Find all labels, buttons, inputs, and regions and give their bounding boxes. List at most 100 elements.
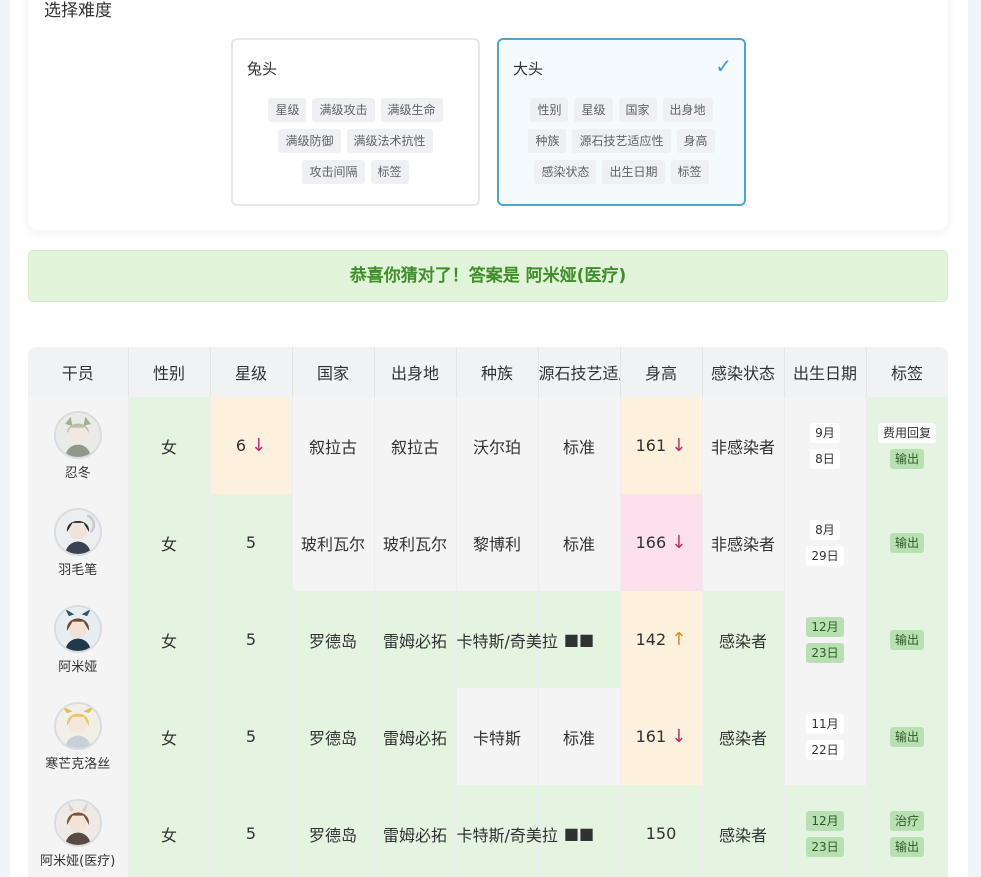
height-value: 161 [635,727,667,746]
header-gender: 性别 [128,347,211,397]
table-header-row: 干员 性别 星级 国家 出身地 种族 源石技艺适应性 身高 感染状态 出生日期 … [28,347,948,397]
birthday-day: 23日 [806,836,844,857]
operator-name: 寒芒克洛丝 [45,756,111,772]
mode-option-rabbit[interactable]: 兔头 星级 满级攻击 满级生命 满级防御 满级法术抗性 攻击间隔 标签 [231,38,480,206]
table-row: 阿米娅 女 5 罗德岛 雷姆必拓 卡特斯/奇美拉 ■■ 142 ↑ 感染者 12… [28,591,948,688]
arrow-down-icon: ↓ [671,435,687,456]
mode-tag: 标签 [370,160,409,184]
tags-cell: 输出 [866,591,948,688]
header-height: 身高 [620,347,703,397]
height-cell: 150 [620,785,703,877]
table-row: 忍冬 女 6 ↓ 叙拉古 叙拉古 沃尔珀 标准 161 ↓ 非感染者 9月 8日 [28,397,948,494]
operator-name: 羽毛笔 [58,562,98,578]
birthday-month: 8月 [810,519,840,540]
mode-tag: 标签 [670,160,709,184]
arts-cell: 标准 [538,494,621,591]
birthplace-cell: 雷姆必拓 [374,688,457,785]
operator-avatar [53,410,102,459]
header-birthplace: 出身地 [374,347,457,397]
mode-tag: 感染状态 [534,160,597,184]
header-arts: 源石技艺适应性 [538,347,621,397]
table-row: 羽毛笔 女 5 玻利瓦尔 玻利瓦尔 黎博利 标准 166 ↓ 非感染者 8月 2… [28,494,948,591]
arrow-down-icon: ↓ [671,532,687,553]
infection-cell: 感染者 [702,785,785,877]
header-rarity: 星级 [210,347,293,397]
race-cell: 卡特斯/奇美拉 [456,785,558,877]
rarity-cell: 5 [210,785,293,877]
rarity-cell: 5 [210,591,293,688]
birthday-cell: 12月 23日 [784,591,867,688]
birthday-month: 12月 [806,616,844,637]
birthplace-cell: 叙拉古 [374,397,457,494]
table-row: 寒芒克洛丝 女 5 罗德岛 雷姆必拓 卡特斯 标准 161 ↓ 感染者 11月 … [28,688,948,785]
height-cell: 166 ↓ [620,494,703,591]
operator-cell: 羽毛笔 [28,494,129,591]
operator-cell: 阿米娅 [28,591,129,688]
mode-tag: 满级防御 [278,129,341,153]
mode-tag: 源石技艺适应性 [572,129,671,153]
mode-tag: 满级攻击 [312,98,375,122]
gender-cell: 女 [128,494,211,591]
tags-cell: 费用回复 输出 [866,397,948,494]
tags-cell: 输出 [866,688,948,785]
infection-cell: 非感染者 [702,494,785,591]
height-value: 166 [635,533,667,552]
birthday-cell: 12月 23日 [784,785,867,877]
nation-cell: 罗德岛 [292,785,375,877]
height-cell: 161 ↓ [620,688,703,785]
gender-cell: 女 [128,591,211,688]
mode-tags: 星级 满级攻击 满级生命 满级防御 满级法术抗性 攻击间隔 标签 [259,98,452,184]
game-page: 选择难度 兔头 星级 满级攻击 满级生命 满级防御 满级法术抗性 攻击间隔 标签… [10,0,968,877]
operator-name: 忍冬 [64,465,91,481]
operator-tag: 输出 [889,532,924,553]
check-icon: ✓ [715,54,732,78]
mode-tag: 性别 [530,98,569,122]
mode-tag: 出身地 [662,98,713,122]
birthday-day: 23日 [806,642,844,663]
operator-tag: 费用回复 [877,422,936,443]
operator-tag: 输出 [889,726,924,747]
mode-tag: 出生日期 [602,160,665,184]
height-value: 161 [635,436,667,455]
mode-tag: 攻击间隔 [302,160,365,184]
rarity-cell: 5 [210,688,293,785]
guess-table: 干员 性别 星级 国家 出身地 种族 源石技艺适应性 身高 感染状态 出生日期 … [28,347,948,877]
race-cell: 沃尔珀 [456,397,539,494]
infection-cell: 非感染者 [702,397,785,494]
tags-cell: 治疗 输出 [866,785,948,877]
rarity-value: 6 [235,436,246,455]
race-cell: 黎博利 [456,494,539,591]
mode-tag: 星级 [268,98,307,122]
race-cell: 卡特斯/奇美拉 [456,591,558,688]
mode-tag: 满级法术抗性 [346,129,433,153]
arts-cell: 标准 [538,688,621,785]
mode-tag: 满级生命 [380,98,443,122]
header-infection: 感染状态 [702,347,785,397]
birthday-day: 29日 [806,545,844,566]
mode-label: 大头 [513,60,544,78]
header-race: 种族 [456,347,539,397]
height-cell: 161 ↓ [620,397,703,494]
nation-cell: 罗德岛 [292,688,375,785]
arrow-down-icon: ↓ [671,726,687,747]
birthday-cell: 11月 22日 [784,688,867,785]
mode-tag: 身高 [676,129,715,153]
operator-cell: 忍冬 [28,397,129,494]
arts-cell: 标准 [538,397,621,494]
birthday-day: 22日 [806,739,844,760]
guess-table-wrapper: 干员 性别 星级 国家 出身地 种族 源石技艺适应性 身高 感染状态 出生日期 … [28,347,948,877]
operator-avatar [53,798,102,847]
mode-tag: 星级 [574,98,613,122]
header-nation: 国家 [292,347,375,397]
arrow-down-icon: ↓ [251,435,267,456]
operator-tag: 输出 [889,836,924,857]
infection-cell: 感染者 [702,688,785,785]
mode-option-big-head[interactable]: 大头 ✓ 性别 星级 国家 出身地 种族 源石技艺适应性 身高 感染状态 出生日… [497,38,746,206]
mode-label: 兔头 [247,60,278,78]
birthplace-cell: 雷姆必拓 [374,785,457,877]
operator-cell: 寒芒克洛丝 [28,688,129,785]
height-value: 142 [635,630,667,649]
gender-cell: 女 [128,397,211,494]
difficulty-title: 选择难度 [44,1,112,21]
header-operator: 干员 [28,347,129,397]
